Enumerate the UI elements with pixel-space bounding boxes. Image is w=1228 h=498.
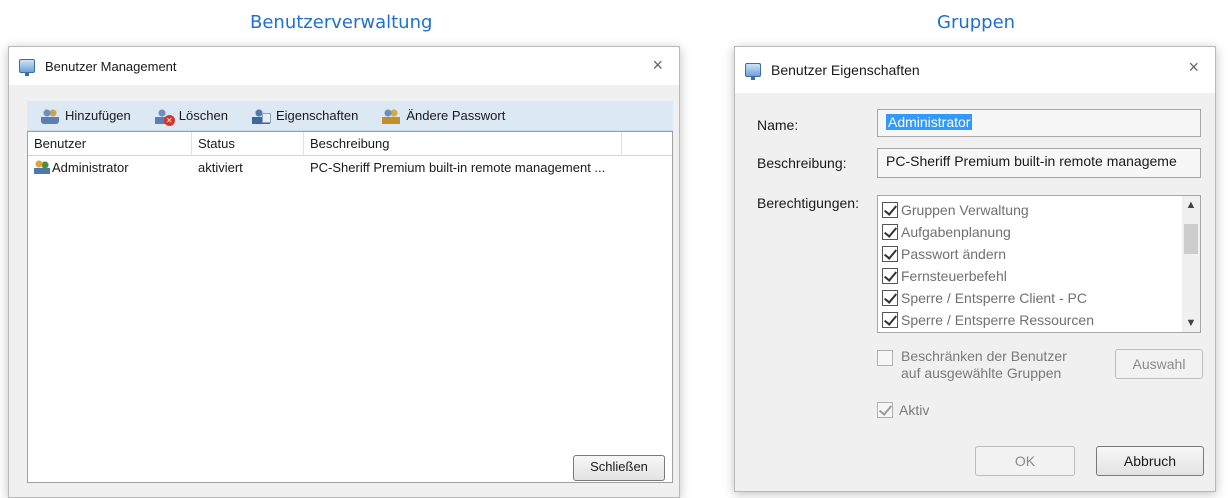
close-icon[interactable]: × (1188, 57, 1199, 78)
permission-item[interactable]: Gruppen Verwaltung (878, 199, 1200, 221)
column-header-user[interactable]: Benutzer (28, 132, 192, 156)
permission-label: Fernsteuerbefehl (901, 268, 1007, 284)
close-icon[interactable]: × (652, 55, 663, 76)
properties-label: Eigenschaften (275, 108, 359, 123)
window-title: Benutzer Eigenschaften (771, 62, 920, 78)
checkbox-checked-icon[interactable] (882, 246, 898, 262)
permissions-list[interactable]: Gruppen Verwaltung Aufgabenplanung Passw… (877, 195, 1201, 333)
active-label: Aktiv (899, 402, 930, 418)
scroll-down-icon[interactable]: ▼ (1182, 314, 1200, 332)
cell-user-text: Administrator (52, 159, 129, 175)
checkbox-checked-icon[interactable] (882, 312, 898, 328)
select-groups-button[interactable]: Auswahl (1115, 349, 1203, 379)
delete-user-icon (154, 107, 175, 126)
window-title: Benutzer Management (45, 58, 177, 74)
add-user-button[interactable]: Hinzufügen (41, 107, 131, 124)
scroll-thumb[interactable] (1184, 224, 1198, 254)
checkbox-checked-icon[interactable] (882, 268, 898, 284)
permission-label: Sperre / Entsperre Client - PC (901, 290, 1087, 306)
permission-label: Aufgabenplanung (901, 224, 1011, 240)
permission-item[interactable]: Sperre / Entsperre Client - PC (878, 287, 1200, 309)
column-header-status[interactable]: Status (192, 132, 304, 156)
cancel-button[interactable]: Abbruch (1096, 446, 1204, 476)
add-user-icon (41, 107, 59, 124)
monitor-icon (745, 63, 761, 80)
ok-button[interactable]: OK (975, 446, 1075, 476)
cell-status: aktiviert (198, 159, 243, 175)
change-password-icon (382, 107, 401, 124)
caption-gruppen: Gruppen (937, 12, 1016, 33)
checkbox-checked-icon[interactable] (882, 290, 898, 306)
scroll-up-icon[interactable]: ▲ (1182, 196, 1200, 214)
permission-item[interactable]: Sperre / Entsperre Ressourcen (878, 309, 1200, 331)
close-button[interactable]: Schließen (573, 455, 665, 481)
column-header-description[interactable]: Beschreibung (304, 132, 622, 156)
permissions-label: Berechtigungen: (757, 195, 859, 211)
title-bar: Benutzer Eigenschaften × (735, 47, 1215, 93)
permission-label: Gruppen Verwaltung (901, 202, 1029, 218)
permission-item[interactable]: Aufgabenplanung (878, 221, 1200, 243)
cell-user: Administrator (28, 159, 192, 175)
properties-button[interactable]: Eigenschaften (251, 107, 359, 124)
user-management-window: Benutzer Management × Hinzufügen Löschen… (8, 46, 680, 498)
name-label: Name: (757, 117, 799, 133)
caption-benutzerverwaltung: Benutzerverwaltung (250, 12, 433, 33)
restrict-groups-checkbox[interactable] (877, 350, 893, 366)
vertical-scrollbar[interactable]: ▲ ▼ (1182, 196, 1200, 332)
name-field[interactable]: Administrator (877, 109, 1201, 137)
column-header-empty (622, 132, 672, 156)
title-bar: Benutzer Management × (9, 47, 679, 85)
permission-label: Sperre / Entsperre Ressourcen (901, 312, 1094, 328)
description-label: Beschreibung: (757, 155, 847, 171)
permission-item[interactable]: Fernsteuerbefehl (878, 265, 1200, 287)
active-checkbox[interactable] (877, 402, 893, 418)
user-group-icon (34, 159, 50, 174)
permission-label: Passwort ändern (901, 246, 1007, 262)
list-header: Benutzer Status Beschreibung (28, 132, 672, 156)
user-properties-window: Benutzer Eigenschaften × Name: Administr… (734, 46, 1216, 492)
user-list[interactable]: Benutzer Status Beschreibung Administrat… (27, 131, 673, 483)
restrict-groups-line2: auf ausgewählte Gruppen (901, 365, 1062, 381)
delete-user-button[interactable]: Löschen (154, 107, 228, 126)
name-value: Administrator (886, 114, 973, 130)
user-properties-icon (251, 107, 271, 124)
change-password-button[interactable]: Ändere Passwort (382, 107, 506, 124)
toolbar: Hinzufügen Löschen Eigenschaften Ändere … (27, 101, 673, 131)
permission-item[interactable]: Passwort ändern (878, 243, 1200, 265)
checkbox-checked-icon[interactable] (882, 202, 898, 218)
add-user-label: Hinzufügen (65, 108, 131, 123)
checkbox-checked-icon[interactable] (882, 224, 898, 240)
description-field[interactable]: PC-Sheriff Premium built-in remote manag… (877, 148, 1201, 178)
table-row[interactable]: Administrator aktiviert PC-Sheriff Premi… (28, 156, 672, 178)
restrict-groups-label: Beschränken der Benutzer auf ausgewählte… (901, 348, 1067, 382)
change-password-label: Ändere Passwort (406, 108, 506, 123)
delete-user-label: Löschen (178, 108, 228, 123)
cell-description: PC-Sheriff Premium built-in remote manag… (310, 159, 606, 175)
monitor-icon (19, 59, 35, 76)
restrict-groups-line1: Beschränken der Benutzer (901, 348, 1067, 364)
